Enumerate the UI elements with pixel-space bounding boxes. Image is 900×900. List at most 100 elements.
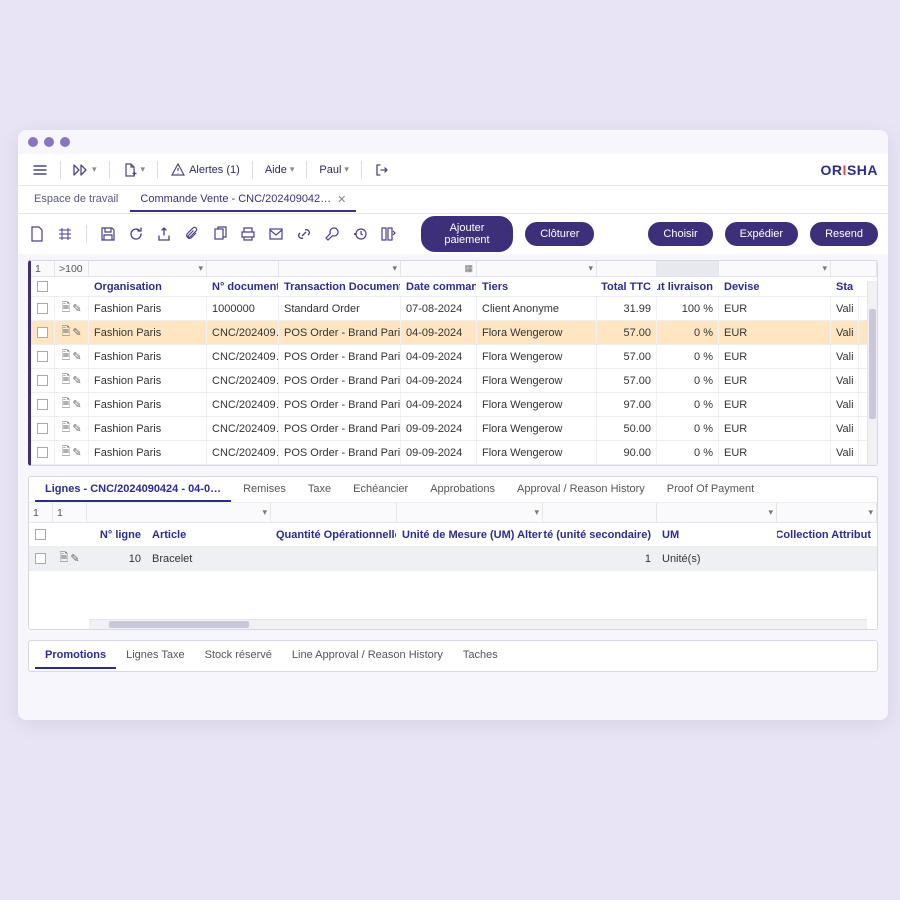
fast-forward-button[interactable]: ▾ — [69, 160, 101, 180]
edit-icon[interactable]: ✎ — [72, 350, 81, 363]
filter-date[interactable]: ▦ — [401, 261, 477, 276]
header-date[interactable]: Date commande — [401, 277, 477, 296]
traffic-light-max[interactable] — [60, 137, 70, 147]
attachment-icon[interactable] — [183, 225, 201, 243]
table-row[interactable]: 🗎✎Fashion ParisCNC/202409…POS Order - Br… — [31, 417, 877, 441]
table-row[interactable]: 🗎✎Fashion Paris1000000Standard Order07-0… — [31, 297, 877, 321]
bottom-tab[interactable]: Stock réservé — [195, 643, 282, 669]
row-checkbox[interactable] — [35, 553, 46, 564]
detail-tab[interactable]: Approval / Reason History — [507, 478, 655, 502]
detail-tab[interactable]: Approbations — [420, 478, 505, 502]
header-tiers[interactable]: Tiers — [477, 277, 597, 296]
document-icon[interactable]: 🗎 — [61, 443, 70, 462]
filter-currency[interactable]: ▾ — [719, 261, 831, 276]
table-row[interactable]: 🗎✎Fashion ParisCNC/202409…POS Order - Br… — [31, 441, 877, 465]
line-row[interactable]: 🗎✎ 10 Bracelet 1 Unité(s) — [29, 547, 877, 571]
table-row[interactable]: 🗎✎Fashion ParisCNC/202409…POS Order - Br… — [31, 393, 877, 417]
filter-total[interactable] — [597, 261, 657, 276]
logout-button[interactable] — [370, 160, 394, 180]
filter-document[interactable] — [207, 261, 279, 276]
edit-icon[interactable]: ✎ — [72, 326, 81, 339]
row-checkbox[interactable] — [37, 375, 48, 386]
document-icon[interactable]: 🗎 — [61, 299, 70, 318]
document-icon[interactable]: 🗎 — [61, 347, 70, 366]
bottom-tab[interactable]: Line Approval / Reason History — [282, 643, 453, 669]
header-line-num[interactable]: N° ligne — [87, 523, 147, 546]
row-checkbox[interactable] — [37, 351, 48, 362]
header-currency[interactable]: Devise — [719, 277, 831, 296]
edit-icon[interactable]: ✎ — [70, 552, 79, 565]
document-icon[interactable]: 🗎 — [61, 419, 70, 438]
header-transaction[interactable]: Transaction Document — [279, 277, 401, 296]
detail-pager-b[interactable]: 1 — [53, 503, 87, 522]
new-icon[interactable] — [28, 225, 46, 243]
ship-button[interactable]: Expédier — [725, 222, 798, 246]
table-row[interactable]: 🗎✎Fashion ParisCNC/202409…POS Order - Br… — [31, 369, 877, 393]
help-button[interactable]: Aide ▾ — [261, 162, 299, 178]
header-value[interactable]: Valeur Collection Attribut — [777, 523, 877, 546]
pager-page[interactable]: 1 — [31, 261, 55, 276]
filter-tiers[interactable]: ▾ — [477, 261, 597, 276]
detail-tab[interactable]: Proof Of Payment — [657, 478, 764, 502]
wrench-icon[interactable] — [323, 225, 341, 243]
detail-filter-val[interactable]: ▾ — [777, 503, 877, 522]
header-status[interactable]: Statut livraison — [657, 277, 719, 296]
row-checkbox[interactable] — [37, 399, 48, 410]
choose-button[interactable]: Choisir — [648, 222, 712, 246]
document-icon[interactable]: 🗎 — [59, 549, 68, 568]
new-document-button[interactable]: ▾ — [118, 160, 150, 180]
detail-filter-qs[interactable] — [543, 503, 657, 522]
close-icon[interactable]: ✕ — [337, 193, 346, 206]
header-um[interactable]: UM — [657, 523, 777, 546]
user-menu-button[interactable]: Paul ▾ — [315, 162, 353, 178]
document-icon[interactable]: 🗎 — [61, 395, 70, 414]
filter-transaction[interactable]: ▾ — [279, 261, 401, 276]
header-document[interactable]: N° document▲ — [207, 277, 279, 296]
bottom-tab[interactable]: Lignes Taxe — [116, 643, 195, 669]
edit-icon[interactable]: ✎ — [72, 422, 81, 435]
columns-icon[interactable] — [379, 225, 397, 243]
vertical-scrollbar[interactable] — [867, 281, 877, 465]
header-um-alt[interactable]: Unité de Mesure (UM) Alternative — [397, 523, 543, 546]
detail-filter-qop[interactable] — [271, 503, 397, 522]
print-icon[interactable] — [239, 225, 257, 243]
document-icon[interactable]: 🗎 — [61, 371, 70, 390]
edit-icon[interactable]: ✎ — [72, 302, 81, 315]
header-article[interactable]: Article — [147, 523, 271, 546]
header-organisation[interactable]: Organisation — [89, 277, 207, 296]
email-icon[interactable] — [267, 225, 285, 243]
save-icon[interactable] — [99, 225, 117, 243]
bottom-tab[interactable]: Promotions — [35, 643, 116, 669]
link-icon[interactable] — [295, 225, 313, 243]
document-icon[interactable]: 🗎 — [61, 323, 70, 342]
row-checkbox[interactable] — [37, 303, 48, 314]
detail-tab[interactable]: Remises — [233, 478, 296, 502]
header-checkbox[interactable] — [29, 523, 53, 546]
detail-filter-um2[interactable]: ▾ — [657, 503, 777, 522]
export-icon[interactable] — [155, 225, 173, 243]
table-row[interactable]: 🗎✎Fashion ParisCNC/202409…POS Order - Br… — [31, 321, 877, 345]
filter-state[interactable] — [831, 261, 877, 276]
tab-current-order[interactable]: Commande Vente - CNC/202409042… ✕ — [130, 188, 356, 212]
row-checkbox[interactable] — [37, 327, 48, 338]
copy-icon[interactable] — [211, 225, 229, 243]
traffic-light-close[interactable] — [28, 137, 38, 147]
resend-button[interactable]: Resend — [810, 222, 878, 246]
header-state[interactable]: Sta — [831, 277, 859, 296]
edit-icon[interactable]: ✎ — [72, 374, 81, 387]
refresh-icon[interactable] — [127, 225, 145, 243]
filter-status[interactable] — [657, 261, 719, 276]
close-order-button[interactable]: Clôturer — [525, 222, 594, 246]
bottom-tab[interactable]: Taches — [453, 643, 508, 669]
header-checkbox[interactable] — [31, 277, 55, 296]
detail-filter-article[interactable]: ▾ — [87, 503, 271, 522]
tab-workspace[interactable]: Espace de travail — [24, 188, 128, 211]
detail-pager-a[interactable]: 1 — [29, 503, 53, 522]
detail-filter-um[interactable]: ▾ — [397, 503, 543, 522]
header-total[interactable]: Total TTC — [597, 277, 657, 296]
horizontal-scrollbar[interactable] — [89, 619, 867, 629]
edit-icon[interactable]: ✎ — [72, 446, 81, 459]
detail-tab[interactable]: Echéancier — [343, 478, 418, 502]
menu-button[interactable] — [28, 160, 52, 180]
header-qty-op[interactable]: Quantité Opérationnelle — [271, 523, 397, 546]
